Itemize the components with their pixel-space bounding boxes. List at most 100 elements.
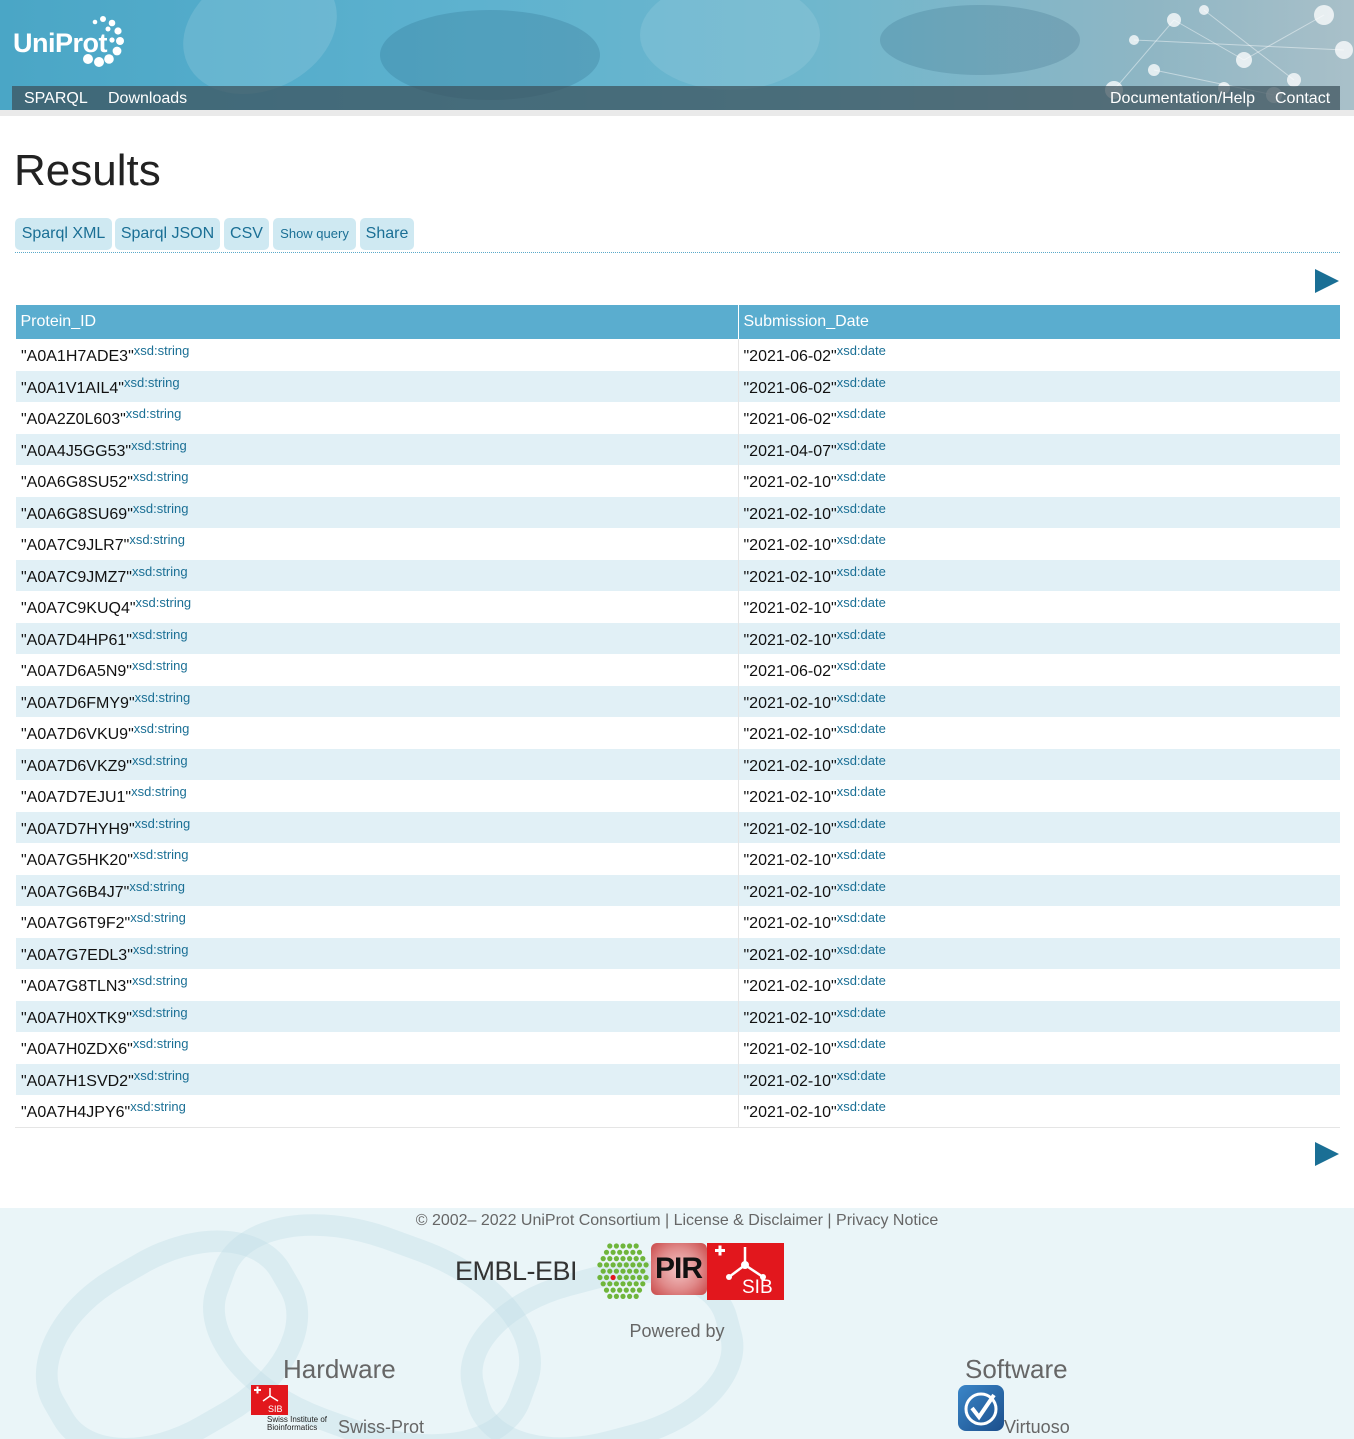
datatype-link[interactable]: xsd:date bbox=[837, 343, 886, 358]
datatype-link[interactable]: xsd:string bbox=[132, 973, 188, 988]
nav-documentation-help[interactable]: Documentation/Help bbox=[1110, 90, 1255, 108]
cell-protein-id: "A0A6G8SU69"xsd:string bbox=[15, 496, 738, 528]
datatype-link[interactable]: xsd:date bbox=[837, 532, 886, 547]
datatype-link[interactable]: xsd:string bbox=[132, 1005, 188, 1020]
share-button[interactable]: Share bbox=[360, 218, 414, 250]
datatype-link[interactable]: xsd:string bbox=[132, 627, 188, 642]
datatype-link[interactable]: xsd:date bbox=[837, 564, 886, 579]
datatype-link[interactable]: xsd:date bbox=[837, 406, 886, 421]
table-row: "A0A7H4JPY6"xsd:string "2021-02-10"xsd:da… bbox=[15, 1095, 1340, 1128]
table-row: "A0A7C9KUQ4"xsd:string "2021-02-10"xsd:da… bbox=[16, 591, 1340, 623]
datatype-link[interactable]: xsd:date bbox=[837, 1036, 886, 1051]
datatype-link[interactable]: xsd:date bbox=[837, 375, 886, 390]
svg-text:SIB: SIB bbox=[268, 1404, 283, 1414]
datatype-link[interactable]: xsd:string bbox=[135, 816, 191, 831]
submission-date-value: "2021-04-07" bbox=[743, 442, 837, 460]
protein-id-value: "A0A7D7HYH9" bbox=[21, 820, 135, 838]
datatype-link[interactable]: xsd:date bbox=[837, 1068, 886, 1083]
sparql-json-button[interactable]: Sparql JSON bbox=[115, 218, 220, 250]
table-header-row: Protein_ID Submission_Date bbox=[15, 305, 1340, 339]
cell-submission-date: "2021-02-10"xsd:date bbox=[737, 780, 1340, 812]
datatype-link[interactable]: xsd:string bbox=[130, 1099, 186, 1114]
show-query-button[interactable]: Show query bbox=[273, 218, 356, 250]
csv-button[interactable]: CSV bbox=[224, 218, 269, 250]
cell-protein-id: "A0A6G8SU52"xsd:string bbox=[16, 465, 739, 497]
datatype-link[interactable]: xsd:string bbox=[133, 1036, 189, 1051]
datatype-link[interactable]: xsd:string bbox=[126, 406, 182, 421]
datatype-link[interactable]: xsd:date bbox=[837, 847, 886, 862]
datatype-link[interactable]: xsd:date bbox=[837, 595, 886, 610]
pir-logo[interactable]: PIR bbox=[651, 1243, 707, 1295]
datatype-link[interactable]: xsd:string bbox=[131, 784, 187, 799]
next-page-icon[interactable] bbox=[1314, 268, 1340, 294]
page-title: Results bbox=[14, 146, 161, 195]
submission-date-value: "2021-02-10" bbox=[743, 946, 837, 964]
cell-submission-date: "2021-02-10"xsd:date bbox=[737, 465, 1340, 497]
datatype-link[interactable]: xsd:date bbox=[837, 627, 886, 642]
swiss-prot-link[interactable]: Swiss-Prot bbox=[338, 1417, 424, 1438]
column-header-submission-date[interactable]: Submission_Date bbox=[737, 305, 1340, 339]
datatype-link[interactable]: xsd:string bbox=[133, 501, 189, 516]
swiss-institute-logo[interactable]: SIB Swiss Institute of Bioinformatics bbox=[251, 1385, 339, 1433]
datatype-link[interactable]: xsd:date bbox=[837, 753, 886, 768]
protein-id-value: "A0A7G7EDL3" bbox=[21, 946, 133, 964]
cell-protein-id: "A0A7D6VKU9"xsd:string bbox=[16, 717, 739, 749]
datatype-link[interactable]: xsd:string bbox=[133, 469, 189, 484]
uniprot-logo[interactable]: UniProt bbox=[13, 14, 133, 70]
datatype-link[interactable]: xsd:string bbox=[134, 721, 190, 736]
powered-by-label: Powered by bbox=[629, 1321, 725, 1341]
virtuoso-logo-icon[interactable] bbox=[958, 1385, 1004, 1431]
protein-id-value: "A0A7C9JLR7" bbox=[21, 537, 130, 555]
license-link[interactable]: License & Disclaimer bbox=[674, 1212, 823, 1229]
datatype-link[interactable]: xsd:string bbox=[132, 658, 188, 673]
datatype-link[interactable]: xsd:date bbox=[837, 942, 886, 957]
datatype-link[interactable]: xsd:date bbox=[837, 721, 886, 736]
datatype-link[interactable]: xsd:string bbox=[134, 343, 190, 358]
datatype-link[interactable]: xsd:string bbox=[136, 595, 192, 610]
datatype-link[interactable]: xsd:string bbox=[124, 375, 180, 390]
datatype-link[interactable]: xsd:date bbox=[837, 1099, 886, 1114]
datatype-link[interactable]: xsd:string bbox=[129, 532, 185, 547]
datatype-link[interactable]: xsd:date bbox=[837, 438, 886, 453]
nav-downloads[interactable]: Downloads bbox=[108, 90, 187, 108]
copyright-text[interactable]: © 2002– 2022 UniProt Consortium bbox=[416, 1212, 661, 1229]
protein-id-value: "A0A7G8TLN3" bbox=[21, 978, 132, 996]
datatype-link[interactable]: xsd:date bbox=[837, 469, 886, 484]
datatype-link[interactable]: xsd:date bbox=[837, 501, 886, 516]
nav-sparql[interactable]: SPARQL bbox=[24, 90, 88, 108]
datatype-link[interactable]: xsd:date bbox=[837, 784, 886, 799]
privacy-link[interactable]: Privacy Notice bbox=[836, 1212, 938, 1229]
datatype-link[interactable]: xsd:date bbox=[837, 816, 886, 831]
cell-submission-date: "2021-04-07"xsd:date bbox=[737, 433, 1340, 465]
protein-id-value: "A0A6G8SU69" bbox=[21, 505, 133, 523]
datatype-link[interactable]: xsd:date bbox=[837, 690, 886, 705]
datatype-link[interactable]: xsd:string bbox=[132, 753, 188, 768]
virtuoso-link[interactable]: Virtuoso bbox=[1004, 1417, 1070, 1438]
protein-id-value: "A0A7G6B4J7" bbox=[21, 883, 130, 901]
datatype-link[interactable]: xsd:string bbox=[130, 910, 186, 925]
datatype-link[interactable]: xsd:string bbox=[133, 847, 189, 862]
datatype-link[interactable]: xsd:string bbox=[133, 942, 189, 957]
datatype-link[interactable]: xsd:date bbox=[837, 973, 886, 988]
next-page-icon-bottom[interactable] bbox=[1314, 1141, 1340, 1167]
datatype-link[interactable]: xsd:string bbox=[135, 690, 191, 705]
datatype-link[interactable]: xsd:date bbox=[837, 658, 886, 673]
cell-submission-date: "2021-02-10"xsd:date bbox=[737, 559, 1340, 591]
datatype-link[interactable]: xsd:date bbox=[837, 910, 886, 925]
datatype-link[interactable]: xsd:string bbox=[132, 564, 188, 579]
datatype-link[interactable]: xsd:string bbox=[129, 879, 185, 894]
sparql-xml-button[interactable]: Sparql XML bbox=[15, 218, 112, 250]
column-header-protein-id[interactable]: Protein_ID bbox=[15, 305, 738, 339]
site-header: UniProt SPARQL Downloads Documentation/H… bbox=[0, 0, 1354, 110]
cell-submission-date: "2021-02-10"xsd:date bbox=[737, 1095, 1340, 1128]
cell-submission-date: "2021-06-02"xsd:date bbox=[737, 339, 1340, 371]
datatype-link[interactable]: xsd:string bbox=[131, 438, 187, 453]
datatype-link[interactable]: xsd:date bbox=[837, 1005, 886, 1020]
nav-contact[interactable]: Contact bbox=[1275, 90, 1330, 108]
datatype-link[interactable]: xsd:string bbox=[134, 1068, 190, 1083]
sib-small-network-icon: SIB bbox=[254, 1386, 283, 1414]
sib-logo[interactable]: SIB bbox=[707, 1243, 784, 1300]
cell-submission-date: "2021-02-10"xsd:date bbox=[737, 811, 1340, 843]
embl-ebi-logo[interactable]: EMBL-EBI bbox=[455, 1256, 590, 1286]
datatype-link[interactable]: xsd:date bbox=[837, 879, 886, 894]
